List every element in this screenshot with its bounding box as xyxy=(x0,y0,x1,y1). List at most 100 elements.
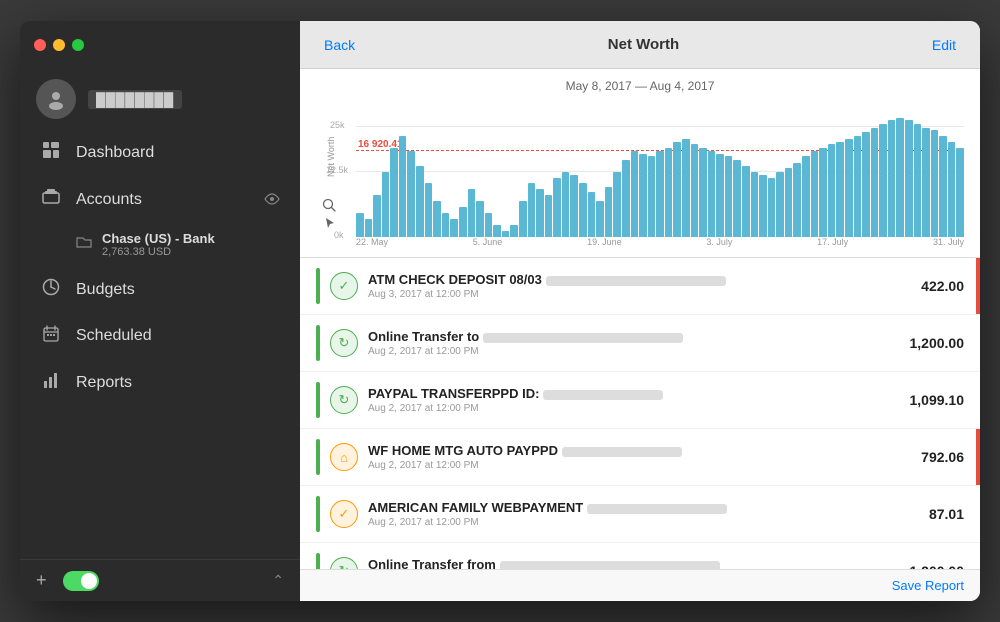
bar-53 xyxy=(811,151,819,237)
zoom-icon[interactable] xyxy=(322,198,336,217)
sidebar-item-budgets[interactable]: Budgets xyxy=(20,266,300,313)
bar-57 xyxy=(845,139,853,237)
tx-icon: ↻ xyxy=(330,557,358,569)
cursor-icon xyxy=(324,216,336,235)
bar-51 xyxy=(793,163,801,237)
maximize-button[interactable] xyxy=(72,39,84,51)
bar-25 xyxy=(570,175,578,237)
bar-47 xyxy=(759,175,767,237)
bar-69 xyxy=(948,142,956,237)
transaction-row[interactable]: ✓ ATM CHECK DEPOSIT 08/03 Aug 3, 2017 at… xyxy=(300,258,980,315)
traffic-lights xyxy=(34,39,84,51)
add-button[interactable]: + xyxy=(36,570,47,591)
eye-icon[interactable] xyxy=(264,192,280,208)
tx-date: Aug 3, 2017 at 12:00 PM xyxy=(368,289,911,300)
reports-label: Reports xyxy=(76,374,132,392)
transaction-row[interactable]: ⌂ WF HOME MTG AUTO PAYPPD Aug 2, 2017 at… xyxy=(300,429,980,486)
accounts-label: Accounts xyxy=(76,191,250,209)
bar-5 xyxy=(399,136,407,237)
x-label-3: 3. July xyxy=(706,237,732,247)
close-button[interactable] xyxy=(34,39,46,51)
bar-35 xyxy=(656,151,664,237)
sidebar-item-dashboard[interactable]: Dashboard xyxy=(20,129,300,176)
bar-29 xyxy=(605,187,613,237)
bar-50 xyxy=(785,168,793,237)
tx-amount: 87.01 xyxy=(929,506,964,522)
bar-44 xyxy=(733,160,741,237)
bar-39 xyxy=(691,144,699,237)
sidebar-nav: Dashboard Accounts xyxy=(20,129,300,559)
back-button[interactable]: Back xyxy=(316,33,363,57)
bar-2 xyxy=(373,195,381,237)
chart-inner: 25k 12.5k 0k 16 920.41 22. May xyxy=(356,97,964,247)
bar-13 xyxy=(468,189,476,237)
account-balance: 2,763.38 USD xyxy=(102,246,215,258)
bar-38 xyxy=(682,139,690,237)
bar-65 xyxy=(914,124,922,237)
chart-date-range: May 8, 2017 — Aug 4, 2017 xyxy=(316,79,964,93)
bar-30 xyxy=(613,172,621,237)
bar-56 xyxy=(836,142,844,237)
bar-12 xyxy=(459,207,467,237)
account-item-chase[interactable]: Chase (US) - Bank 2,763.38 USD xyxy=(20,223,300,266)
minimize-button[interactable] xyxy=(53,39,65,51)
transaction-row[interactable]: ✓ AMERICAN FAMILY WEBPAYMENT Aug 2, 2017… xyxy=(300,486,980,543)
bar-45 xyxy=(742,166,750,237)
bar-52 xyxy=(802,156,810,237)
account-info: Chase (US) - Bank 2,763.38 USD xyxy=(102,231,215,258)
sidebar: ████████ Dashboard xyxy=(20,21,300,601)
bar-31 xyxy=(622,160,630,237)
bar-14 xyxy=(476,201,484,237)
tx-red-bar xyxy=(976,258,980,314)
tx-green-bar xyxy=(316,553,320,569)
bar-55 xyxy=(828,144,836,237)
sidebar-item-reports[interactable]: Reports xyxy=(20,359,300,406)
toolbar-title: Net Worth xyxy=(608,36,679,53)
tx-red-bar xyxy=(976,429,980,485)
sidebar-item-scheduled[interactable]: Scheduled xyxy=(20,313,300,359)
x-label-4: 17. July xyxy=(817,237,848,247)
bar-60 xyxy=(871,128,879,237)
bar-10 xyxy=(442,213,450,237)
tx-amount: 1,200.00 xyxy=(910,335,965,351)
tx-green-bar xyxy=(316,382,320,418)
save-report-button[interactable]: Save Report xyxy=(888,576,968,595)
bar-28 xyxy=(596,201,604,237)
edit-button[interactable]: Edit xyxy=(924,33,964,57)
bar-41 xyxy=(708,151,716,237)
bar-37 xyxy=(673,142,681,237)
app-window: ████████ Dashboard xyxy=(20,21,980,601)
transaction-row[interactable]: ↻ PAYPAL TRANSFERPPD ID: Aug 2, 2017 at … xyxy=(300,372,980,429)
transactions-list: ✓ ATM CHECK DEPOSIT 08/03 Aug 3, 2017 at… xyxy=(300,258,980,569)
bar-67 xyxy=(931,130,939,237)
account-name: Chase (US) - Bank xyxy=(102,231,215,246)
tx-name: WF HOME MTG AUTO PAYPPD xyxy=(368,443,911,458)
bar-32 xyxy=(631,151,639,237)
main-toolbar: Back Net Worth Edit xyxy=(300,21,980,69)
accounts-icon xyxy=(40,188,62,211)
toggle-switch[interactable] xyxy=(63,571,99,591)
tx-amount: 1,200.00 xyxy=(910,563,965,569)
chevron-up-icon[interactable]: ⌃ xyxy=(272,572,284,589)
tx-icon: ✓ xyxy=(330,500,358,528)
x-label-5: 31. July xyxy=(933,237,964,247)
bar-8 xyxy=(425,183,433,237)
tx-info: Online Transfer from Aug 2, 2017 at 12:0… xyxy=(368,557,900,569)
bar-15 xyxy=(485,213,493,237)
tx-icon: ✓ xyxy=(330,272,358,300)
tx-amount: 792.06 xyxy=(921,449,964,465)
bar-0 xyxy=(356,213,364,237)
scheduled-icon xyxy=(40,325,62,347)
bar-43 xyxy=(725,156,733,237)
tx-name: AMERICAN FAMILY WEBPAYMENT xyxy=(368,500,919,515)
transaction-row[interactable]: ↻ Online Transfer to Aug 2, 2017 at 12:0… xyxy=(300,315,980,372)
dashboard-label: Dashboard xyxy=(76,144,154,162)
bar-7 xyxy=(416,166,424,237)
tx-name: Online Transfer to xyxy=(368,329,900,344)
bar-16 xyxy=(493,225,501,237)
x-axis: 22. May 5. June 19. June 3. July 17. Jul… xyxy=(356,237,964,247)
transaction-row[interactable]: ↻ Online Transfer from Aug 2, 2017 at 12… xyxy=(300,543,980,569)
sidebar-item-accounts[interactable]: Accounts xyxy=(20,176,300,223)
tx-green-bar xyxy=(316,439,320,475)
titlebar xyxy=(20,21,300,69)
